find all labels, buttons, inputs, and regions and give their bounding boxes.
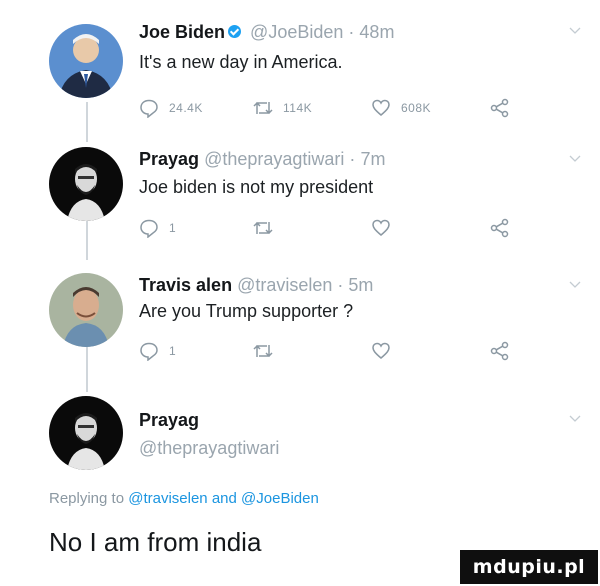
- retweet-icon: [253, 344, 273, 358]
- tweet-joe-biden[interactable]: Joe Biden @JoeBiden · 48m It's a new day…: [0, 0, 600, 130]
- like-icon: [372, 99, 390, 116]
- share-button[interactable]: [490, 218, 520, 238]
- like-button[interactable]: [371, 341, 401, 361]
- mention-link[interactable]: @JoeBiden: [241, 490, 319, 507]
- retweet-button[interactable]: 114K: [253, 98, 312, 118]
- tweet-text: It's a new day in America.: [139, 52, 343, 72]
- timestamp[interactable]: 5m: [348, 275, 373, 295]
- author-handle[interactable]: @traviselen: [237, 275, 332, 295]
- avatar[interactable]: [49, 147, 123, 221]
- like-icon: [372, 219, 390, 236]
- reply-count: 1: [169, 344, 177, 358]
- chevron-down-icon[interactable]: [569, 26, 581, 38]
- like-count: 608K: [401, 101, 432, 115]
- reply-button[interactable]: 1: [139, 341, 176, 361]
- chevron-down-icon[interactable]: [569, 414, 581, 426]
- share-icon: [490, 98, 509, 118]
- reply-count: 1: [169, 221, 177, 235]
- action-bar: 24.4K 114K 608K: [139, 98, 519, 122]
- avatar[interactable]: [49, 396, 123, 470]
- chevron-down-icon[interactable]: [569, 280, 581, 292]
- like-button[interactable]: 608K: [371, 98, 431, 118]
- tweet-travis-alen[interactable]: Travis alen @traviselen · 5m Are you Tru…: [0, 250, 600, 380]
- author-name[interactable]: Joe Biden: [139, 22, 225, 42]
- like-button[interactable]: [371, 218, 401, 238]
- author-handle[interactable]: @theprayagtiwari: [204, 149, 344, 169]
- share-icon: [490, 341, 509, 361]
- reply-count: 24.4K: [169, 101, 203, 115]
- share-button[interactable]: [490, 341, 520, 361]
- separator: ·: [348, 22, 355, 42]
- avatar[interactable]: [49, 24, 123, 98]
- replying-prefix: Replying to: [49, 490, 125, 507]
- replying-to: Replying to @traviselen and @JoeBiden: [49, 490, 319, 507]
- author-name[interactable]: Travis alen: [139, 275, 232, 295]
- retweet-button[interactable]: [253, 218, 283, 238]
- chevron-down-icon[interactable]: [569, 154, 581, 166]
- author-name[interactable]: Prayag: [139, 410, 199, 430]
- tweet-prayag[interactable]: Prayag @theprayagtiwari · 7m Joe biden i…: [0, 130, 600, 250]
- verified-badge-icon: [228, 24, 242, 38]
- avatar[interactable]: [49, 273, 123, 347]
- author-name[interactable]: Prayag: [139, 149, 199, 169]
- action-bar: 1: [139, 218, 519, 242]
- tweet-text: Are you Trump supporter ?: [139, 301, 354, 321]
- reply-text: No I am from india: [49, 527, 262, 557]
- action-bar: 1: [139, 341, 519, 365]
- reply-button[interactable]: 24.4K: [139, 98, 203, 118]
- share-icon: [490, 218, 509, 238]
- reply-button[interactable]: 1: [139, 218, 176, 238]
- retweet-icon: [253, 101, 273, 115]
- separator: ·: [337, 275, 344, 295]
- share-button[interactable]: [490, 98, 520, 118]
- author-handle[interactable]: @theprayagtiwari: [139, 438, 279, 458]
- watermark: mdupiu.pl: [460, 550, 598, 584]
- mention-link[interactable]: @traviselen: [128, 490, 207, 507]
- reply-icon: [140, 99, 158, 118]
- reply-icon: [140, 342, 158, 361]
- reply-icon: [140, 219, 158, 238]
- replying-and: and: [211, 490, 237, 507]
- retweet-count: 114K: [283, 101, 313, 115]
- separator: ·: [349, 149, 356, 169]
- author-handle[interactable]: @JoeBiden: [250, 22, 343, 42]
- retweet-button[interactable]: [253, 341, 283, 361]
- timestamp[interactable]: 7m: [360, 149, 385, 169]
- tweet-text: Joe biden is not my president: [139, 177, 374, 197]
- retweet-icon: [253, 221, 273, 235]
- timestamp[interactable]: 48m: [359, 22, 394, 42]
- like-icon: [372, 342, 390, 359]
